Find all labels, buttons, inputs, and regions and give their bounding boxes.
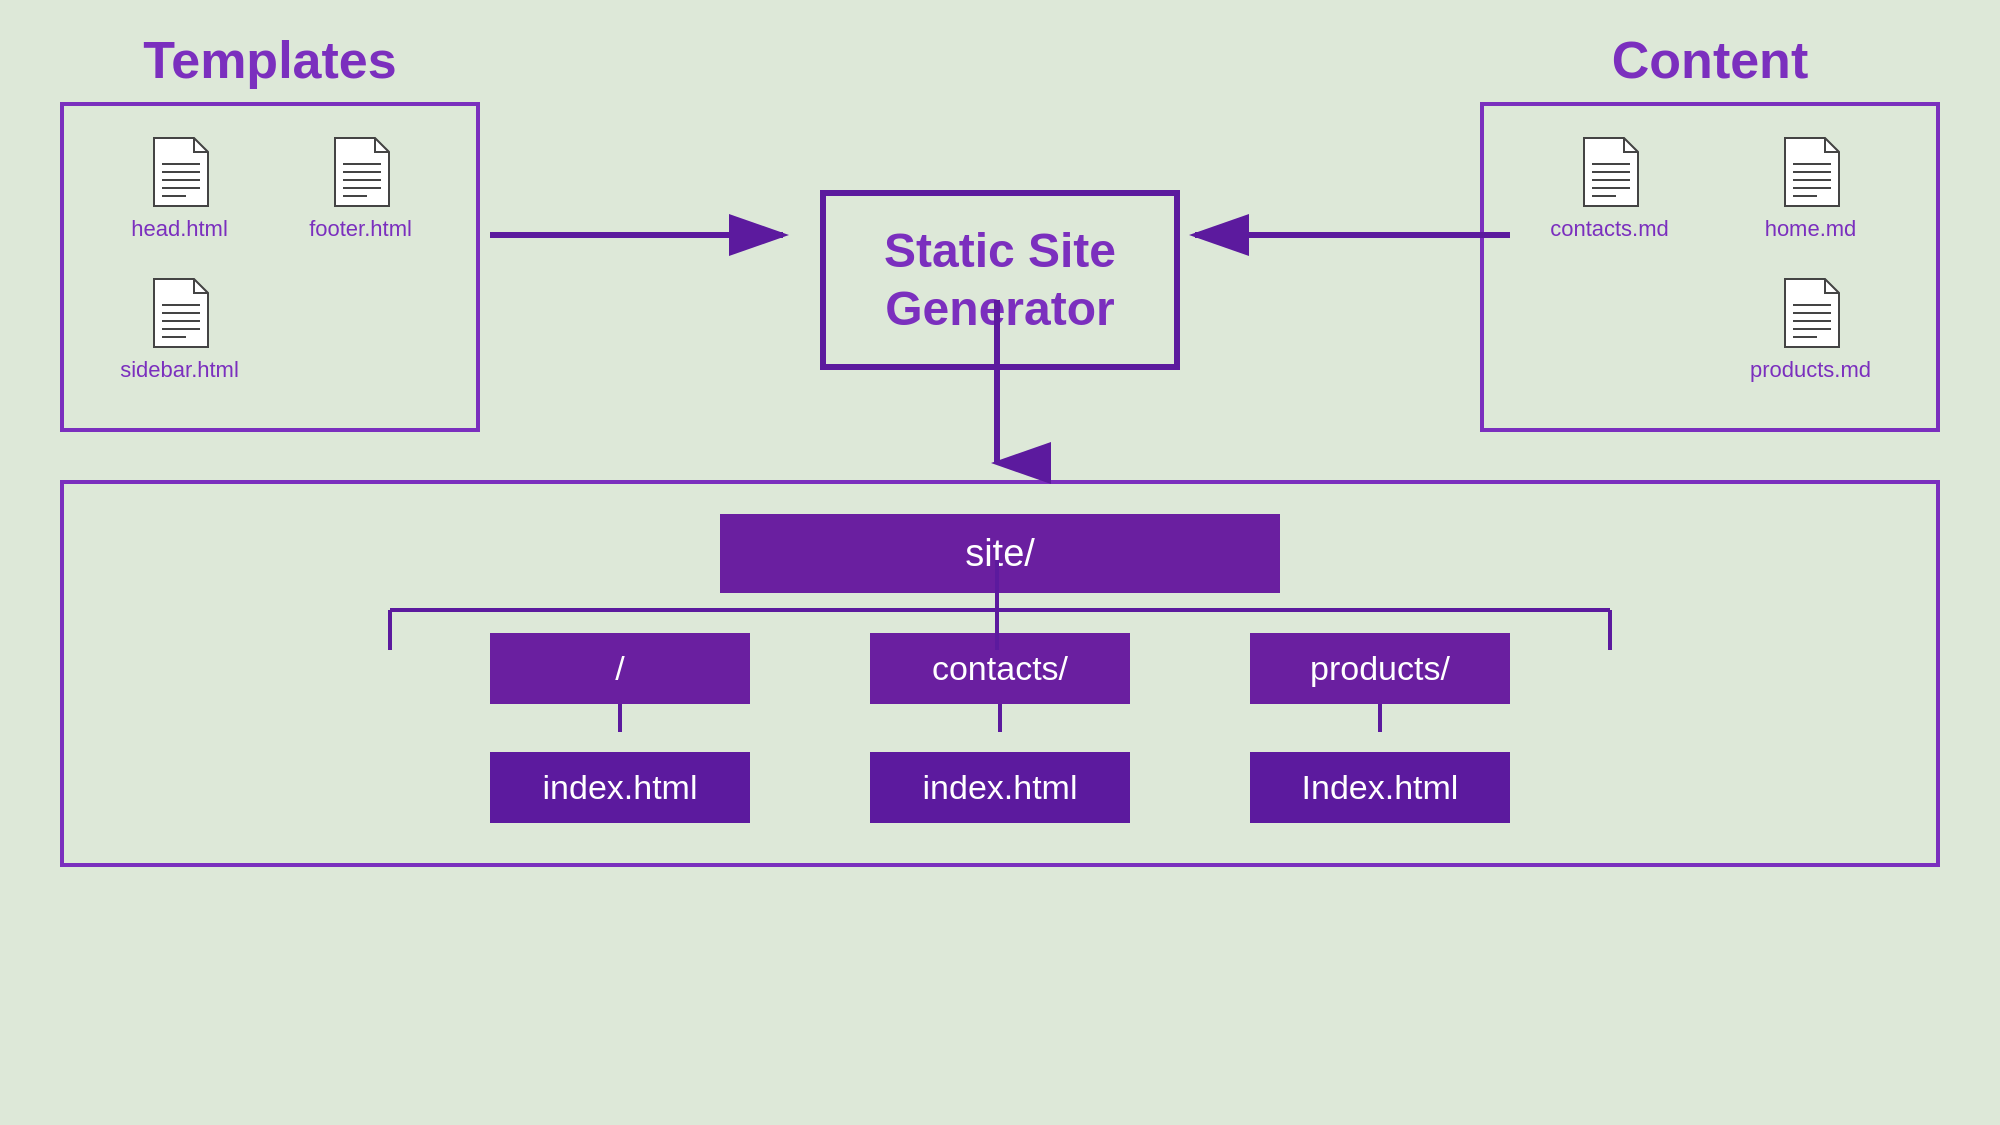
footer-html-label: footer.html xyxy=(309,216,412,242)
home-md-icon xyxy=(1781,136,1841,208)
file-contacts-index: index.html xyxy=(870,752,1130,823)
file-products-index: Index.html xyxy=(1250,752,1510,823)
products-md-icon xyxy=(1781,277,1841,349)
home-md-item: home.md xyxy=(1715,136,1906,242)
home-md-label: home.md xyxy=(1765,216,1857,242)
content-section: Content cont xyxy=(1480,30,1940,432)
dir-root: / xyxy=(490,633,750,704)
templates-section: Templates he xyxy=(60,30,480,432)
content-box: contacts.md xyxy=(1480,102,1940,432)
diagram-container: Templates he xyxy=(0,0,2000,1125)
products-md-label: products.md xyxy=(1750,357,1871,383)
generator-section: Static Site Generator xyxy=(820,190,1180,370)
footer-html-icon xyxy=(331,136,391,208)
output-tree: / index.html contacts/ index.html produc… xyxy=(124,633,1876,823)
branch-products: products/ Index.html xyxy=(1190,633,1570,823)
content-title: Content xyxy=(1612,30,1808,90)
sidebar-html-icon xyxy=(150,277,210,349)
products-md-item: products.md xyxy=(1715,277,1906,383)
branch-contacts: contacts/ index.html xyxy=(810,633,1190,823)
generator-box: Static Site Generator xyxy=(820,190,1180,370)
head-html-item: head.html xyxy=(94,136,265,242)
contacts-md-item: contacts.md xyxy=(1514,136,1705,242)
generator-label: Static Site Generator xyxy=(884,224,1116,335)
top-section: Templates he xyxy=(60,30,1940,460)
site-dir-bar: site/ xyxy=(720,514,1280,593)
head-html-label: head.html xyxy=(131,216,228,242)
dir-products: products/ xyxy=(1250,633,1510,704)
branch-root: / index.html xyxy=(430,633,810,823)
templates-box: head.html xyxy=(60,102,480,432)
generator-title: Static Site Generator xyxy=(884,222,1116,337)
file-root-index: index.html xyxy=(490,752,750,823)
sidebar-html-item: sidebar.html xyxy=(94,277,265,383)
contacts-md-label: contacts.md xyxy=(1550,216,1669,242)
contacts-md-icon xyxy=(1580,136,1640,208)
output-section: site/ / index.html contacts/ index.html … xyxy=(60,480,1940,867)
templates-title: Templates xyxy=(143,30,396,90)
footer-html-item: footer.html xyxy=(275,136,446,242)
sidebar-html-label: sidebar.html xyxy=(120,357,239,383)
head-html-icon xyxy=(150,136,210,208)
dir-contacts: contacts/ xyxy=(870,633,1130,704)
